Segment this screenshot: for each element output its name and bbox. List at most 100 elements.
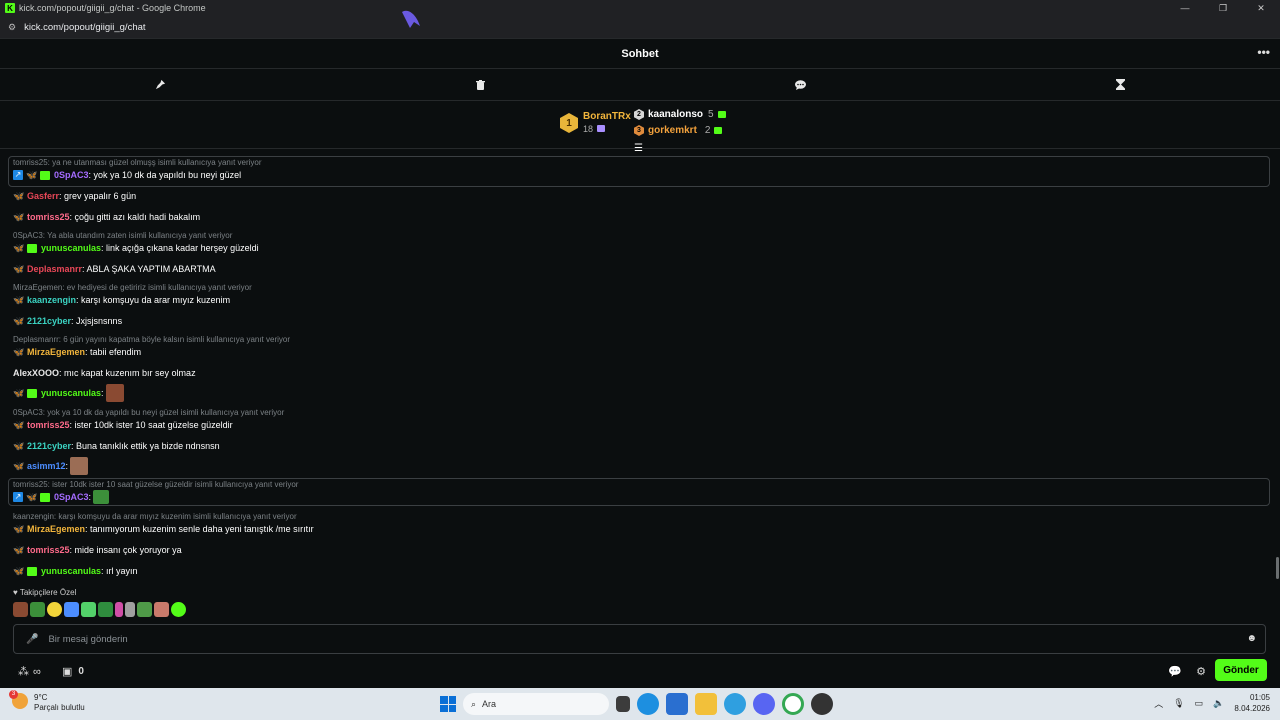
url-text[interactable]: kick.com/popout/giigii_g/chat [24, 22, 145, 33]
butterfly-badge-icon: 🦋 [13, 212, 25, 222]
username[interactable]: yunuscanulas [41, 388, 101, 398]
emote-image[interactable] [105, 384, 124, 402]
username[interactable]: tomriss25 [27, 545, 70, 555]
message-text: : ABLA ŞAKA YAPTIM ABARTMA [82, 264, 216, 274]
username[interactable]: 2121cyber [27, 316, 71, 326]
chat-bubble-icon[interactable]: 💬 [1168, 665, 1182, 678]
windows-start-icon[interactable] [440, 696, 456, 712]
emote-image[interactable] [93, 490, 110, 504]
tray-overflow-icon[interactable]: ︿ [1154, 697, 1163, 710]
reply-context: 0SpAC3: yok ya 10 dk da yapıldı bu neyi … [13, 408, 285, 417]
obs-icon[interactable] [811, 693, 833, 715]
chat-message: 🦋 tomriss25: çoğu gitti azı kaldı hadi b… [13, 212, 200, 222]
chrome-icon[interactable] [782, 693, 804, 715]
message-text: : ister 10dk ister 10 saat güzelse güzel… [69, 420, 233, 430]
chat-mode-toggle[interactable]: ⁂ ∞ [18, 665, 41, 679]
settings-app-icon[interactable] [724, 693, 746, 715]
microphone-icon[interactable]: 🎤 [26, 634, 38, 645]
clock[interactable]: 01:05 8.04.2026 [1234, 692, 1270, 714]
message-input[interactable]: Bir mesaj gönderin [48, 634, 127, 645]
emote-1[interactable] [13, 602, 28, 617]
search-icon: ⌕ [471, 698, 477, 709]
chat-message: 🦋 Gasferr: grev yapalır 6 gün [13, 191, 136, 201]
channel-points[interactable]: ▣ 0 [62, 665, 84, 678]
clock-time: 01:05 [1249, 693, 1270, 702]
username[interactable]: yunuscanulas [41, 243, 101, 253]
gift-count: 5 [708, 109, 714, 120]
leaderboard-second[interactable]: 2 kaanalonso 5 [634, 109, 726, 120]
emoji-picker-icon[interactable]: ☻ [1246, 633, 1257, 644]
butterfly-badge-icon: 🦋 [13, 461, 25, 471]
username[interactable]: asimm12 [27, 461, 66, 471]
message-text: : mide insanı çok yoruyor ya [69, 545, 182, 555]
send-button[interactable]: Gönder [1215, 659, 1267, 681]
emote-10[interactable] [154, 602, 169, 617]
maximize-button[interactable]: ❐ [1204, 0, 1242, 16]
scrollbar-thumb[interactable] [1276, 557, 1279, 579]
task-view-icon[interactable] [616, 696, 630, 712]
emote-2[interactable] [30, 602, 45, 617]
username[interactable]: yunuscanulas [41, 566, 101, 576]
weather-widget[interactable]: 3 9°C Parçalı bulutlu [9, 690, 85, 713]
pin-icon[interactable] [0, 69, 320, 100]
emote-image[interactable] [70, 457, 89, 475]
username[interactable]: 2121cyber [27, 441, 71, 451]
username[interactable]: MirzaEgemen [27, 524, 85, 534]
message-text: : [65, 461, 69, 471]
emote-5[interactable] [81, 602, 96, 617]
settings-gear-icon[interactable]: ⚙ [1196, 665, 1206, 678]
emote-4[interactable] [64, 602, 79, 617]
emote-9[interactable] [137, 602, 152, 617]
microphone-tray-icon[interactable]: 🎙 [1173, 698, 1184, 709]
volume-icon[interactable]: 🔈 [1213, 698, 1224, 709]
discord-icon[interactable] [753, 693, 775, 715]
network-icon[interactable]: ▭ [1195, 698, 1204, 709]
leaderboard-third[interactable]: 3 gorkemkrt 2 [634, 125, 723, 136]
chat-message: ↗ 🦋 0SpAC3: yok ya 10 dk da yapıldı bu ne… [13, 170, 241, 180]
username[interactable]: Deplasmanrr [27, 264, 82, 274]
message-text: : yok ya 10 dk da yapıldı bu neyi güzel [88, 170, 242, 180]
chat-bubble-icon[interactable] [640, 69, 960, 100]
emote-8[interactable] [125, 602, 135, 617]
message-text: : çoğu gitti azı kaldı hadi bakalım [69, 212, 201, 222]
butterfly-badge-icon: 🦋 [13, 441, 25, 451]
site-settings-icon[interactable]: ⚙ [8, 22, 16, 33]
username[interactable]: AlexXOOO [13, 368, 59, 378]
minimize-button[interactable]: — [1166, 0, 1204, 16]
kick-favicon-icon: K [5, 3, 15, 13]
clock-date: 8.04.2026 [1234, 704, 1270, 713]
more-options-icon[interactable]: ••• [1257, 45, 1270, 59]
username[interactable]: tomriss25 [27, 212, 70, 222]
chat-message: 🦋 yunuscanulas: link açığa çıkana kadar … [13, 243, 259, 253]
username[interactable]: 0SpAC3 [54, 170, 89, 180]
username[interactable]: kaanzengin [27, 295, 76, 305]
trash-icon[interactable] [320, 69, 640, 100]
chat-message: 🦋 MirzaEgemen: tanımıyorum kuzenim senle… [13, 524, 314, 534]
store-icon[interactable] [666, 693, 688, 715]
username[interactable]: MirzaEgemen [27, 347, 85, 357]
chat-message: 🦋 Deplasmanrr: ABLA ŞAKA YAPTIM ABARTMA [13, 264, 216, 274]
leaderboard-first[interactable]: 1 BoranTRx 18 [560, 111, 631, 135]
emote-11[interactable] [171, 602, 186, 617]
username[interactable]: Gasferr [27, 191, 59, 201]
chat-message: 🦋 tomriss25: mide insanı çok yoruyor ya [13, 545, 182, 555]
close-window-button[interactable]: ✕ [1242, 0, 1280, 16]
emote-7[interactable] [115, 602, 123, 617]
chat-message: 🦋 2121cyber: Jxjsjsnsnns [13, 316, 122, 326]
gift-icon [714, 127, 723, 134]
chat-title: Sohbet [621, 47, 659, 60]
gift-icon [597, 125, 606, 132]
hourglass-icon[interactable] [960, 69, 1280, 100]
taskbar-search[interactable]: ⌕ Ara [463, 693, 609, 715]
message-input-box[interactable]: 🎤 Bir mesaj gönderin ☻ [13, 624, 1266, 654]
message-text: : karşı komşuyu da arar mıyız kuzenim [76, 295, 231, 305]
butterfly-badge-icon: 🦋 [13, 545, 25, 555]
username[interactable]: tomriss25 [27, 420, 70, 430]
emote-3[interactable] [47, 602, 62, 617]
file-explorer-icon[interactable] [695, 693, 717, 715]
username[interactable]: 0SpAC3 [54, 492, 89, 502]
sub-badge-icon: ↗ [13, 492, 23, 502]
edge-icon[interactable] [637, 693, 659, 715]
butterfly-badge-icon: 🦋 [26, 170, 38, 180]
emote-6[interactable] [98, 602, 113, 617]
